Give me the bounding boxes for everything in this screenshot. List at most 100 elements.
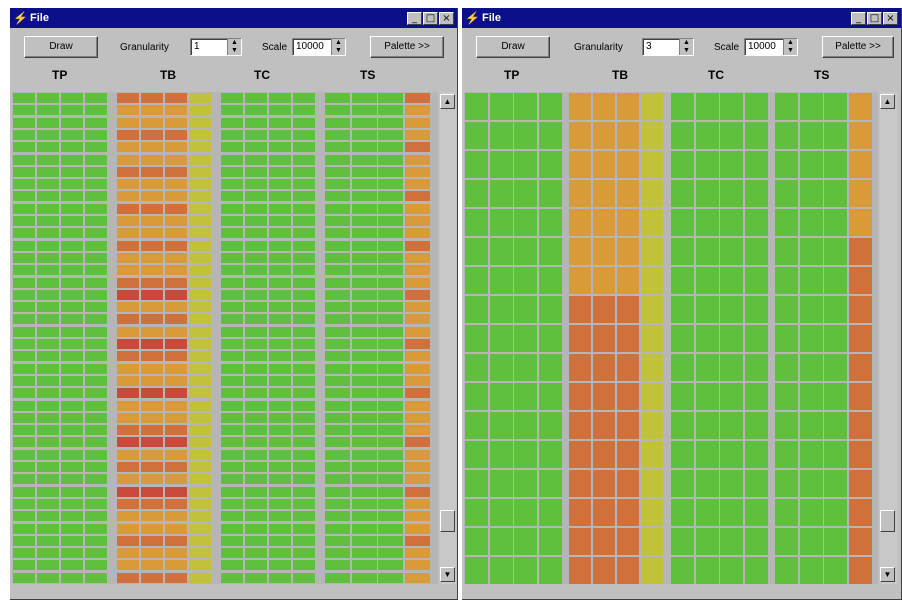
scale-spinner[interactable]: 10000 ▲ ▼ [744,38,798,56]
heat-cell [189,105,211,115]
heat-cell [593,528,615,555]
heat-cell [141,191,163,201]
heat-cell [405,179,430,189]
heat-cell [269,499,291,509]
heat-cell [378,179,403,189]
heat-cell [849,441,872,468]
minimize-icon[interactable]: _ [407,11,422,25]
minimize-icon[interactable]: _ [851,11,866,25]
heat-cell [490,412,513,439]
heat-cell [465,325,488,352]
maximize-icon[interactable]: □ [867,11,882,25]
heat-cell [824,238,847,265]
heat-cell [141,179,163,189]
heat-cell [293,253,315,263]
heat-cell [378,93,403,103]
heat-cell [165,241,187,251]
heat-cell [221,560,243,570]
heat-cell [61,290,83,300]
heat-cell [465,383,488,410]
heat-cell [745,383,768,410]
close-icon[interactable]: × [439,11,454,25]
heat-cell [37,93,59,103]
close-icon[interactable]: × [883,11,898,25]
vertical-scrollbar[interactable]: ▲ ▼ [880,92,898,584]
heat-cell [569,383,591,410]
heat-cell [245,142,267,152]
scroll-up-icon[interactable]: ▲ [880,94,895,109]
heat-cell [352,425,377,435]
draw-button[interactable]: Draw [24,36,98,58]
heat-cell [514,325,537,352]
heat-cell [514,528,537,555]
heat-cell [13,179,35,189]
heat-cell [221,130,243,140]
title-bar[interactable]: ⚡ File _ □ × [462,8,901,28]
heat-cell [720,267,743,294]
heat-cell [720,122,743,149]
heat-cell [37,253,59,263]
granularity-spinner[interactable]: 1 ▲ ▼ [190,38,242,56]
heat-cell [352,327,377,337]
draw-button[interactable]: Draw [476,36,550,58]
heat-cell [514,122,537,149]
heat-cell [405,536,430,546]
granularity-label: Granularity [120,42,169,53]
heat-cell [141,155,163,165]
granularity-spinner[interactable]: 3 ▲ ▼ [642,38,694,56]
heat-cell [117,573,139,583]
heat-cell [189,253,211,263]
heat-cell [85,155,107,165]
heat-cell [165,474,187,484]
heat-cell [800,267,823,294]
spin-up-down-icon[interactable]: ▲ ▼ [783,39,797,55]
palette-button[interactable]: Palette >> [822,36,894,58]
heat-cell [189,327,211,337]
heat-cell [378,302,403,312]
heat-cell [378,376,403,386]
heat-cell [745,180,768,207]
heat-cell [117,548,139,558]
heat-cell [165,560,187,570]
palette-button[interactable]: Palette >> [370,36,444,58]
scroll-up-icon[interactable]: ▲ [440,94,455,109]
heat-cell [569,557,591,584]
heat-cell [824,470,847,497]
heat-cell [37,290,59,300]
heat-cell [37,155,59,165]
heat-cell [117,413,139,423]
heat-cell [352,450,377,460]
heat-cell [824,93,847,120]
heat-cell [85,524,107,534]
heat-cell [696,209,719,236]
heat-cell [13,573,35,583]
heat-cell [849,209,872,236]
heat-cell [245,511,267,521]
vertical-scrollbar[interactable]: ▲ ▼ [440,92,456,584]
heat-cell [37,167,59,177]
title-bar[interactable]: ⚡ File _ □ × [10,8,457,28]
heat-cell [465,122,488,149]
heat-cell [189,278,211,288]
heat-cell [465,93,488,120]
scale-spinner[interactable]: 10000 ▲ ▼ [292,38,346,56]
scroll-thumb[interactable] [440,510,455,532]
spin-up-down-icon[interactable]: ▲ ▼ [227,39,241,55]
heat-cell [61,413,83,423]
heat-cell [378,167,403,177]
heat-cell [539,238,562,265]
heat-cell [245,314,267,324]
scroll-down-icon[interactable]: ▼ [880,567,895,582]
heat-cell [13,290,35,300]
heat-cell [165,93,187,103]
scroll-thumb[interactable] [880,510,895,532]
heat-cell [85,425,107,435]
heat-cell [325,167,350,177]
heat-cell [85,376,107,386]
maximize-icon[interactable]: □ [423,11,438,25]
spin-up-down-icon[interactable]: ▲ ▼ [331,39,345,55]
scroll-down-icon[interactable]: ▼ [440,567,455,582]
heat-cell [165,548,187,558]
spin-up-down-icon[interactable]: ▲ ▼ [679,39,693,55]
heat-cell [13,314,35,324]
